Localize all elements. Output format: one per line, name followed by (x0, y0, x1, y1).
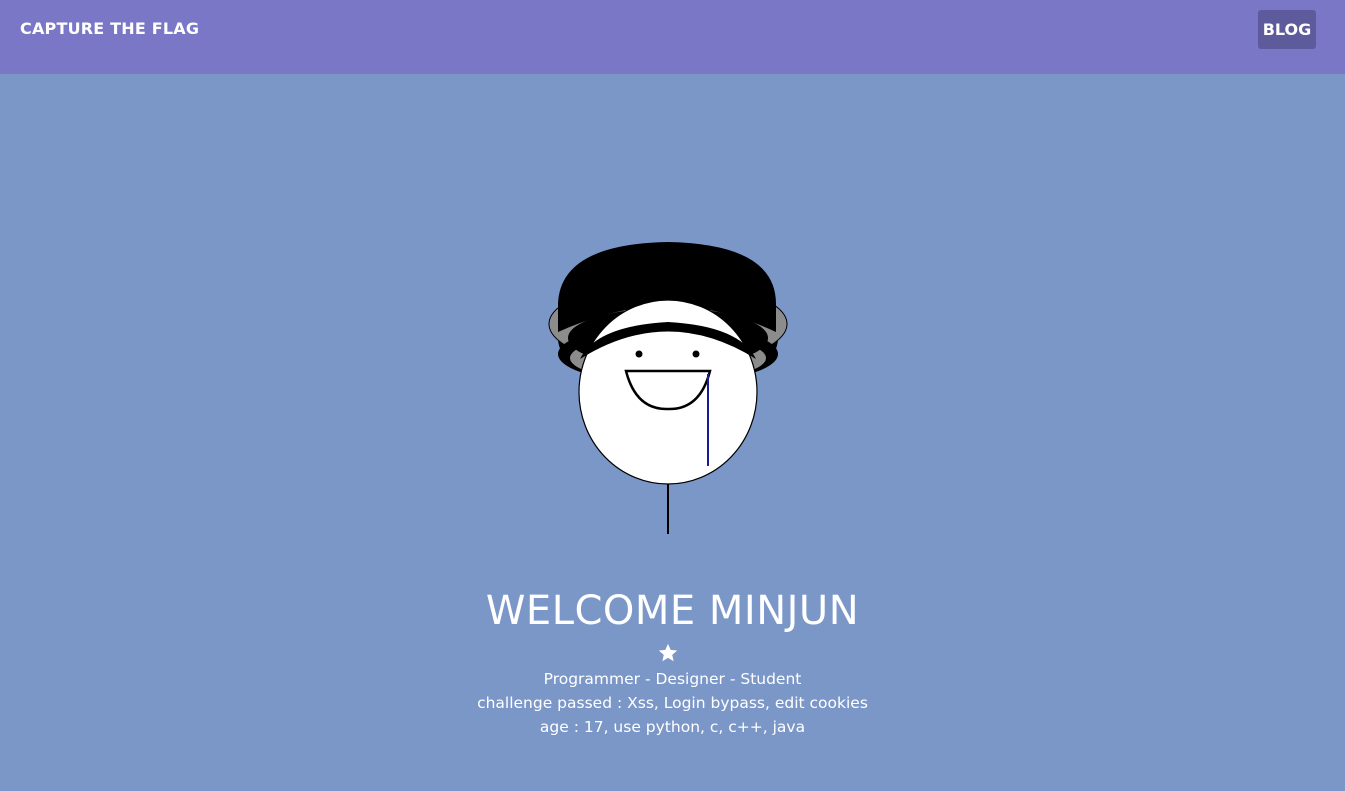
left-eye (635, 350, 643, 358)
role-text: Programmer - Designer - Student (543, 670, 802, 688)
blog-button[interactable]: BLOG (1258, 10, 1316, 49)
hero-section: WELCOME MINJUN Programmer - Designer - S… (0, 74, 1345, 791)
brand-link[interactable]: CAPTURE THE FLAG (20, 19, 199, 38)
right-eye (692, 350, 700, 358)
about-text: age : 17, use python, c, c++, java (539, 718, 806, 736)
avatar-illustration (548, 242, 788, 534)
welcome-heading: WELCOME MINJUN (485, 588, 860, 634)
challenges-text: challenge passed : Xss, Login bypass, ed… (477, 694, 868, 712)
top-navbar: CAPTURE THE FLAG BLOG (0, 0, 1345, 74)
star-icon (658, 643, 678, 662)
